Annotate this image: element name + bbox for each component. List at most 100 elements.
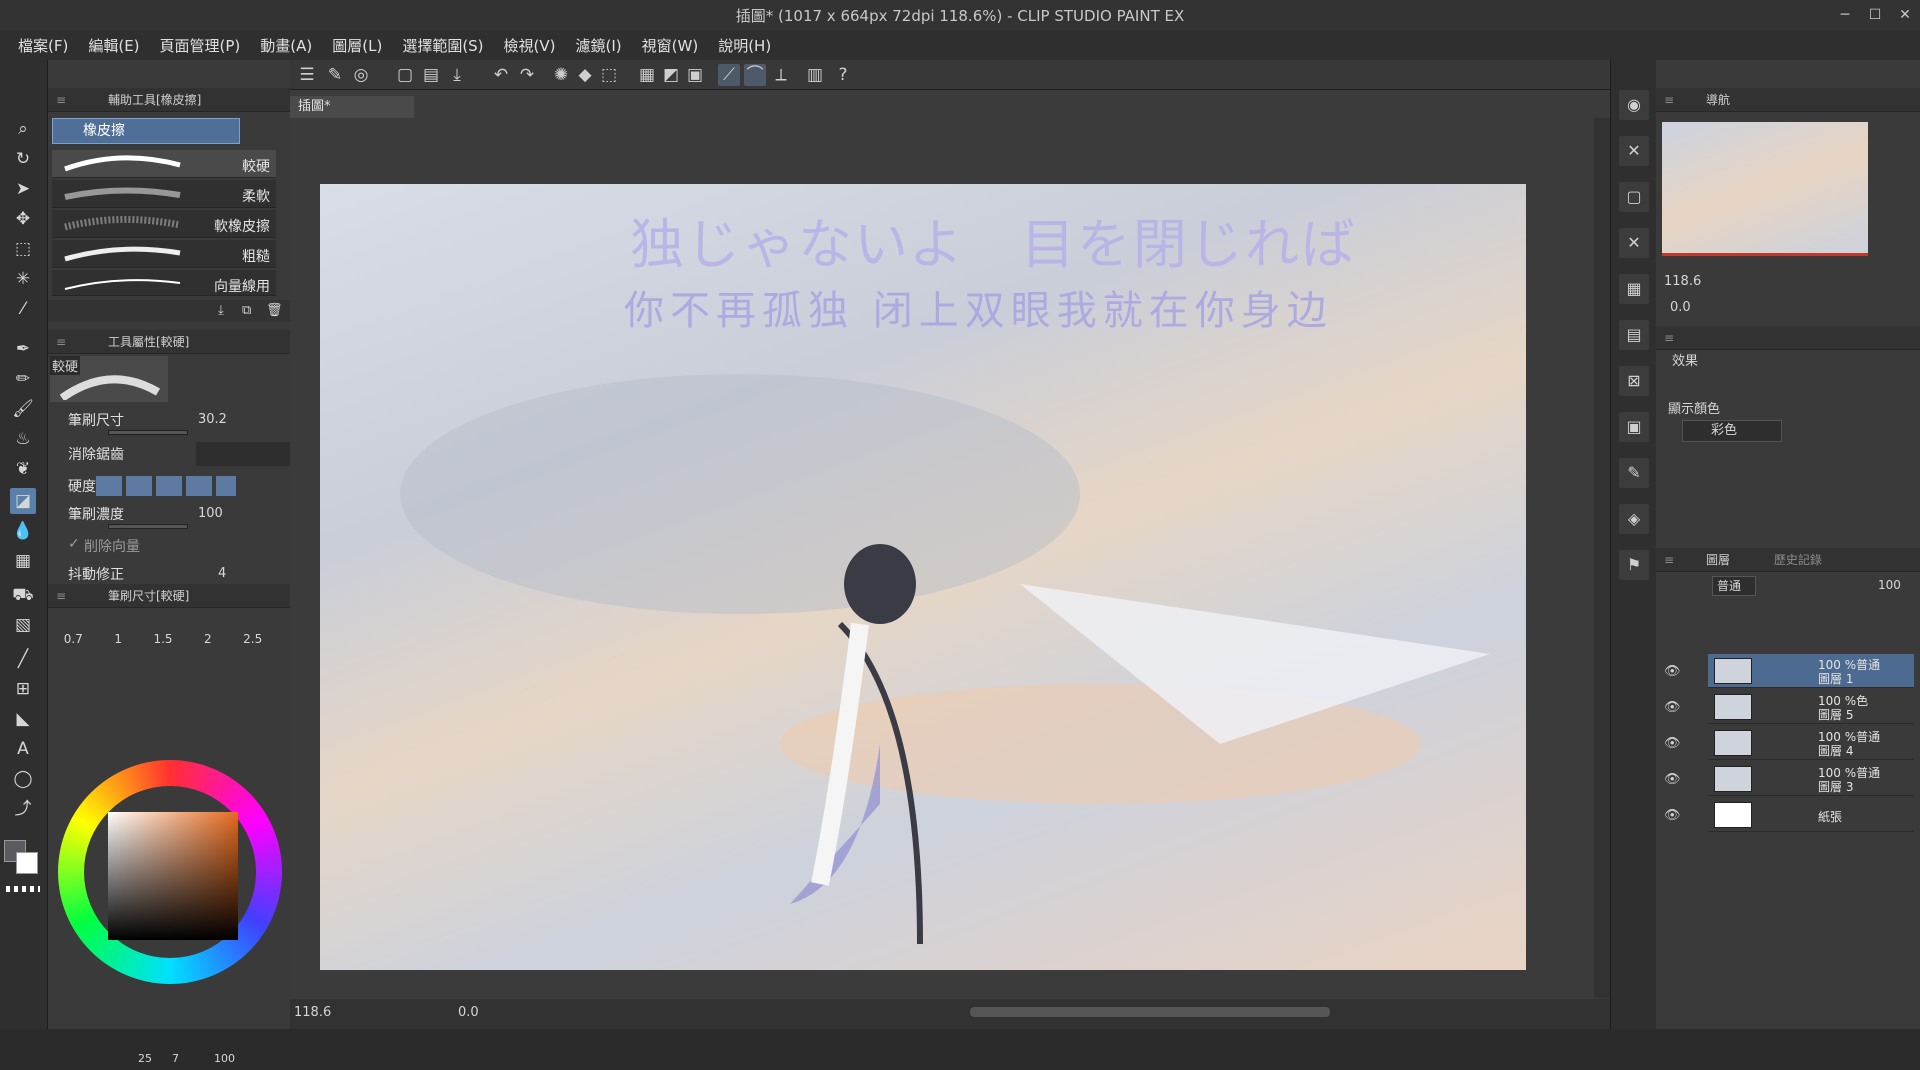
display-color-select[interactable]: 彩色 (1682, 420, 1782, 442)
info-icon[interactable]: ▢ (1619, 182, 1649, 212)
color-wheel[interactable] (58, 760, 282, 984)
size-preset[interactable]: 0.7 (64, 632, 83, 646)
undo-icon[interactable]: ↶ (490, 64, 512, 86)
menu-filter[interactable]: 濾鏡(I) (576, 35, 622, 56)
redo-icon[interactable]: ↷ (516, 64, 538, 86)
layer-row[interactable]: 👁 100 %普通 圖層 3 (1664, 762, 1914, 796)
layer-row[interactable]: 👁 100 %普通 圖層 1 (1664, 654, 1914, 688)
color-square[interactable] (108, 812, 238, 940)
eye-icon[interactable]: 👁 (1664, 772, 1681, 788)
eye-icon[interactable]: 👁 (1664, 736, 1681, 752)
correct-line-icon[interactable]: ⤴ (10, 796, 36, 822)
sub-color-swatch[interactable] (16, 852, 38, 874)
size-preset[interactable]: 2 (204, 632, 212, 646)
color-history-icon[interactable]: ▣ (1619, 412, 1649, 442)
brush-item[interactable]: 粗糙 (52, 240, 276, 268)
copy-icon[interactable]: ⧉ (242, 303, 251, 318)
angle-value[interactable]: 0.0 (458, 1005, 479, 1020)
auto-select-icon[interactable]: ✳ (10, 266, 36, 292)
trash-icon[interactable]: 🗑 (266, 303, 283, 318)
layer-row[interactable]: 👁 100 %普通 圖層 4 (1664, 726, 1914, 760)
crop-icon[interactable]: ▦ (636, 64, 658, 86)
new-file-icon[interactable]: ▢ (394, 64, 416, 86)
eye-icon[interactable]: 👁 (1664, 700, 1681, 716)
layer-opacity-value[interactable]: 100 (1878, 578, 1901, 592)
antialias-buttons[interactable] (196, 442, 296, 466)
fill-selection-icon[interactable]: ◩ (660, 64, 682, 86)
menu-edit[interactable]: 編輯(E) (88, 35, 139, 56)
navigator-zoom[interactable]: 118.6 (1664, 274, 1701, 289)
pose-icon[interactable]: ⚑ (1619, 550, 1649, 580)
menu-icon[interactable]: ☰ (296, 64, 318, 86)
blend-icon[interactable]: 💧 (10, 518, 36, 544)
frame-icon[interactable]: ⊞ (10, 676, 36, 702)
gradient-icon[interactable]: ▧ (10, 612, 36, 638)
density-slider[interactable] (108, 524, 188, 529)
menu-animation[interactable]: 動畫(A) (260, 35, 312, 56)
maximize-button[interactable]: ☐ (1860, 0, 1890, 30)
select-icon[interactable]: ▣ (684, 64, 706, 86)
move-icon[interactable]: ✥ (10, 206, 36, 232)
layers-tab[interactable]: 圖層 (1706, 553, 1730, 567)
snap-ruler-icon[interactable]: ⟋ (718, 64, 740, 86)
spiral-icon[interactable]: ◎ (350, 64, 372, 86)
help-icon[interactable]: ? (832, 64, 854, 86)
hardness-selector[interactable] (96, 476, 236, 496)
brush-item[interactable]: 向量線用 (52, 270, 276, 296)
eraser-icon[interactable]: ◪ (10, 488, 36, 514)
blend-mode-select[interactable]: 普通 (1712, 576, 1756, 596)
layer-row[interactable]: 👁 紙張 (1664, 798, 1914, 832)
menu-selection[interactable]: 選擇範圍(S) (402, 35, 483, 56)
add-icon[interactable]: ⤓ (218, 303, 224, 318)
transform-icon[interactable]: ⬚ (598, 64, 620, 86)
fill-icon[interactable]: ◆ (574, 64, 596, 86)
navigator-angle[interactable]: 0.0 (1670, 300, 1691, 315)
history-tab[interactable]: 歷史記錄 (1774, 553, 1822, 567)
brush-size-value[interactable]: 30.2 (198, 412, 227, 427)
pen-icon[interactable]: ✎ (324, 64, 346, 86)
vector-erase-checkbox[interactable]: ✓ (68, 536, 80, 552)
bucket-icon[interactable]: ⛟ (10, 582, 36, 608)
rotate-view-icon[interactable]: ↻ (10, 146, 36, 172)
size-preset[interactable]: 2.5 (243, 632, 262, 646)
vertical-scrollbar[interactable] (1594, 118, 1610, 998)
transparent-color-swatch[interactable] (6, 886, 40, 892)
line-icon[interactable]: ╱ (10, 646, 36, 672)
decoration-icon[interactable]: ❦ (10, 456, 36, 482)
horizontal-scrollbar[interactable] (970, 1007, 1330, 1017)
snap-curve-icon[interactable]: ⌒ (744, 64, 766, 86)
close-button[interactable]: ✕ (1890, 0, 1920, 30)
stabilization-value[interactable]: 4 (218, 566, 226, 581)
brush-item[interactable]: 柔軟 (52, 180, 276, 208)
object-icon[interactable]: ➤ (10, 176, 36, 202)
navigator-preview[interactable] (1662, 122, 1868, 256)
brush-icon[interactable]: 🖌 (10, 396, 36, 422)
size-preset[interactable]: 1.5 (153, 632, 172, 646)
navigator-icon[interactable]: ◉ (1619, 90, 1649, 120)
menu-view[interactable]: 檢視(V) (504, 35, 556, 56)
sub-tool-group[interactable]: 橡皮擦 (52, 118, 240, 144)
eyedropper-icon[interactable]: ⁄ (10, 296, 36, 322)
open-folder-icon[interactable]: ▤ (420, 64, 442, 86)
menu-help[interactable]: 說明(H) (718, 35, 771, 56)
marquee-icon[interactable]: ⬚ (10, 236, 36, 262)
pencil-icon[interactable]: ✏ (10, 366, 36, 392)
zoom-icon[interactable]: ⌕ (10, 116, 36, 142)
balloon-icon[interactable]: ◯ (10, 766, 36, 792)
brush-item[interactable]: 軟橡皮擦 (52, 210, 276, 238)
brush-size-slider[interactable] (108, 430, 188, 435)
save-icon[interactable]: ⤓ (446, 64, 468, 86)
zoom-value[interactable]: 118.6 (294, 1005, 331, 1020)
item-bank-icon[interactable]: ▤ (1619, 320, 1649, 350)
edit-icon[interactable]: ✎ (1619, 458, 1649, 488)
brush-item[interactable]: 較硬 (52, 150, 276, 178)
eye-icon[interactable]: 👁 (1664, 664, 1681, 680)
3d-icon[interactable]: ◈ (1619, 504, 1649, 534)
quick-access-icon[interactable]: ⊠ (1619, 366, 1649, 396)
pen-tool-icon[interactable]: ✒ (10, 336, 36, 362)
eye-icon[interactable]: 👁 (1664, 808, 1681, 824)
menu-window[interactable]: 視窗(W) (642, 35, 699, 56)
layer-row[interactable]: 👁 100 %色 圖層 5 (1664, 690, 1914, 724)
ruler-icon[interactable]: ◣ (10, 706, 36, 732)
document-tab[interactable]: 插圖* (290, 96, 414, 118)
